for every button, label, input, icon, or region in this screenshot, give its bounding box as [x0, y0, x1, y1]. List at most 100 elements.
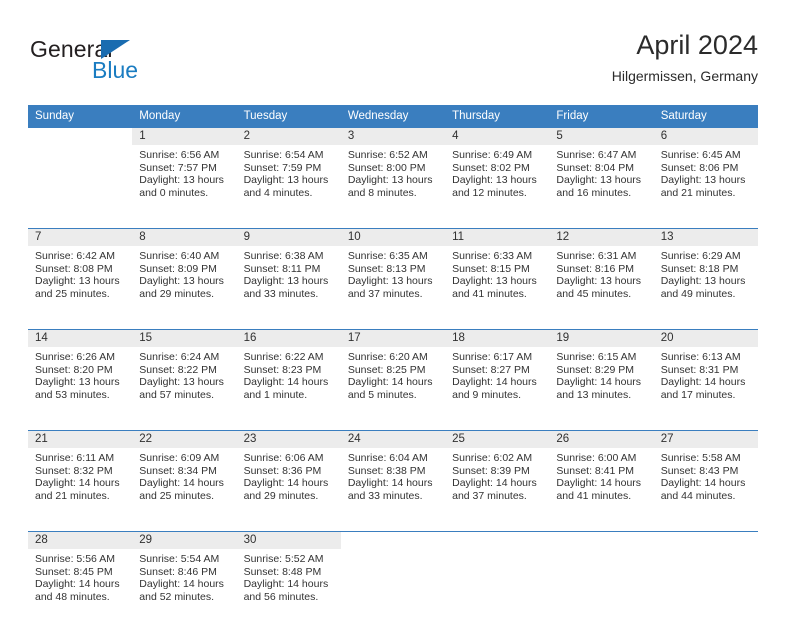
day-details: Sunrise: 6:26 AM Sunset: 8:20 PM Daylight:… — [28, 347, 132, 401]
day-number: 29 — [132, 532, 237, 549]
daylight-text-line1: Daylight: 14 hours — [139, 477, 224, 490]
calendar-day-cell[interactable]: 20 Sunrise: 6:13 AM Sunset: 8:31 PM Dayligh… — [653, 330, 758, 419]
sunrise-text: Sunrise: 6:40 AM — [139, 250, 220, 262]
daylight-text-line2: and 33 minutes. — [347, 489, 423, 502]
day-details: Sunrise: 6:49 AM Sunset: 8:02 PM Daylight:… — [445, 145, 549, 199]
daylight-text-line1: Daylight: 14 hours — [452, 376, 537, 389]
sunset-text: Sunset: 8:31 PM — [660, 363, 739, 376]
calendar-day-cell[interactable]: 21 Sunrise: 6:11 AM Sunset: 8:32 PM Dayligh… — [28, 431, 133, 520]
sunset-text: Sunset: 8:02 PM — [452, 161, 530, 174]
day-details: Sunrise: 5:54 AM Sunset: 8:46 PM Daylight:… — [132, 549, 236, 603]
calendar-day-cell[interactable]: 9 Sunrise: 6:38 AM Sunset: 8:11 PM Daylight… — [236, 229, 341, 318]
day-number: 5 — [549, 128, 654, 145]
sunrise-text: Sunrise: 6:24 AM — [139, 351, 220, 363]
day-details — [28, 145, 132, 149]
calendar-day-cell[interactable]: 17 Sunrise: 6:20 AM Sunset: 8:25 PM Dayligh… — [340, 330, 446, 419]
sunset-text: Sunset: 8:32 PM — [35, 464, 113, 477]
calendar-day-cell[interactable]: 2 Sunrise: 6:54 AM Sunset: 7:59 PM Daylight… — [236, 128, 341, 217]
daylight-text-line1: Daylight: 14 hours — [556, 376, 642, 389]
day-number: 25 — [445, 431, 550, 448]
day-details: Sunrise: 5:56 AM Sunset: 8:45 PM Daylight:… — [28, 549, 132, 603]
calendar-day-cell[interactable]: 24 Sunrise: 6:04 AM Sunset: 8:38 PM Dayligh… — [340, 431, 446, 520]
day-details: Sunrise: 6:17 AM Sunset: 8:27 PM Daylight:… — [445, 347, 549, 401]
weekday-header-row: Sunday Monday Tuesday Wednesday Thursday… — [28, 105, 758, 128]
day-details: Sunrise: 6:00 AM Sunset: 8:41 PM Daylight:… — [549, 448, 653, 502]
day-number: 10 — [340, 229, 446, 246]
daylight-text-line2: and 17 minutes. — [660, 388, 736, 401]
sunset-text: Sunset: 8:20 PM — [35, 363, 113, 376]
day-number: 30 — [236, 532, 341, 549]
daylight-text-line2: and 5 minutes. — [347, 388, 417, 401]
sunrise-text: Sunrise: 6:52 AM — [347, 149, 428, 161]
calendar-day-cell-empty — [28, 128, 133, 217]
sunrise-text: Sunrise: 6:33 AM — [452, 250, 533, 262]
daylight-text-line2: and 21 minutes. — [35, 489, 110, 502]
sunset-text: Sunset: 8:38 PM — [347, 464, 426, 477]
sunset-text: Sunset: 8:29 PM — [556, 363, 635, 376]
daylight-text-line1: Daylight: 13 hours — [556, 174, 642, 187]
day-number — [445, 532, 550, 549]
sunrise-text: Sunrise: 6:11 AM — [35, 452, 115, 464]
calendar-day-cell[interactable]: 13 Sunrise: 6:29 AM Sunset: 8:18 PM Dayligh… — [653, 229, 758, 318]
day-number: 2 — [236, 128, 341, 145]
calendar-day-cell[interactable]: 3 Sunrise: 6:52 AM Sunset: 8:00 PM Daylight… — [340, 128, 446, 217]
day-number: 11 — [445, 229, 550, 246]
sunrise-text: Sunrise: 6:29 AM — [660, 250, 741, 262]
calendar-day-cell[interactable]: 14 Sunrise: 6:26 AM Sunset: 8:20 PM Dayligh… — [28, 330, 133, 419]
sunset-text: Sunset: 7:59 PM — [243, 161, 322, 174]
daylight-text-line1: Daylight: 13 hours — [452, 174, 537, 187]
day-details: Sunrise: 6:15 AM Sunset: 8:29 PM Daylight:… — [549, 347, 653, 401]
daylight-text-line1: Daylight: 14 hours — [660, 477, 746, 490]
calendar-day-cell[interactable]: 29 Sunrise: 5:54 AM Sunset: 8:46 PM Dayligh… — [132, 532, 237, 621]
calendar-day-cell[interactable]: 7 Sunrise: 6:42 AM Sunset: 8:08 PM Daylight… — [28, 229, 133, 318]
calendar-day-cell[interactable]: 30 Sunrise: 5:52 AM Sunset: 8:48 PM Dayligh… — [236, 532, 341, 621]
day-details: Sunrise: 6:11 AM Sunset: 8:32 PM Daylight:… — [28, 448, 132, 502]
calendar-day-cell[interactable]: 6 Sunrise: 6:45 AM Sunset: 8:06 PM Daylight… — [653, 128, 758, 217]
sunrise-text: Sunrise: 6:42 AM — [35, 250, 115, 262]
calendar-day-cell[interactable]: 11 Sunrise: 6:33 AM Sunset: 8:15 PM Dayligh… — [445, 229, 550, 318]
daylight-text-line2: and 0 minutes. — [139, 186, 209, 199]
daylight-text-line1: Daylight: 13 hours — [556, 275, 642, 288]
daylight-text-line1: Daylight: 13 hours — [660, 174, 746, 187]
calendar-day-cell[interactable]: 26 Sunrise: 6:00 AM Sunset: 8:41 PM Dayligh… — [549, 431, 654, 520]
sunrise-text: Sunrise: 6:17 AM — [452, 351, 533, 363]
calendar-day-cell[interactable]: 18 Sunrise: 6:17 AM Sunset: 8:27 PM Dayligh… — [445, 330, 550, 419]
daylight-text-line1: Daylight: 14 hours — [243, 376, 329, 389]
daylight-text-line2: and 1 minute. — [243, 388, 308, 401]
sunrise-text: Sunrise: 6:04 AM — [347, 452, 428, 464]
calendar-day-cell[interactable]: 8 Sunrise: 6:40 AM Sunset: 8:09 PM Daylight… — [132, 229, 237, 318]
calendar-day-cell[interactable]: 25 Sunrise: 6:02 AM Sunset: 8:39 PM Dayligh… — [445, 431, 550, 520]
sunrise-text: Sunrise: 6:49 AM — [452, 149, 533, 161]
calendar-day-cell[interactable]: 27 Sunrise: 5:58 AM Sunset: 8:43 PM Dayligh… — [653, 431, 758, 520]
calendar-day-cell-empty — [653, 532, 758, 621]
daylight-text-line1: Daylight: 14 hours — [35, 477, 120, 490]
day-number: 15 — [132, 330, 237, 347]
day-details: Sunrise: 6:04 AM Sunset: 8:38 PM Daylight:… — [341, 448, 445, 502]
day-number: 18 — [445, 330, 550, 347]
sunset-text: Sunset: 8:34 PM — [139, 464, 217, 477]
calendar-day-cell-empty — [549, 532, 654, 621]
weekday-header-sunday: Sunday — [35, 110, 75, 122]
week-row-spacer — [28, 520, 758, 531]
general-blue-logo[interactable]: General Blue — [30, 36, 190, 94]
calendar-day-cell[interactable]: 16 Sunrise: 6:22 AM Sunset: 8:23 PM Dayligh… — [236, 330, 341, 419]
calendar-day-cell[interactable]: 22 Sunrise: 6:09 AM Sunset: 8:34 PM Dayligh… — [132, 431, 237, 520]
calendar-day-cell[interactable]: 23 Sunrise: 6:06 AM Sunset: 8:36 PM Dayligh… — [236, 431, 341, 520]
calendar-day-cell[interactable]: 10 Sunrise: 6:35 AM Sunset: 8:13 PM Dayligh… — [340, 229, 446, 318]
calendar-day-cell[interactable]: 4 Sunrise: 6:49 AM Sunset: 8:02 PM Daylight… — [445, 128, 550, 217]
calendar-day-cell[interactable]: 12 Sunrise: 6:31 AM Sunset: 8:16 PM Dayligh… — [549, 229, 654, 318]
calendar-day-cell[interactable]: 15 Sunrise: 6:24 AM Sunset: 8:22 PM Dayligh… — [132, 330, 237, 419]
sunrise-text: Sunrise: 6:54 AM — [243, 149, 324, 161]
calendar-day-cell[interactable]: 5 Sunrise: 6:47 AM Sunset: 8:04 PM Daylight… — [549, 128, 654, 217]
day-number: 6 — [653, 128, 758, 145]
day-details: Sunrise: 6:29 AM Sunset: 8:18 PM Daylight:… — [654, 246, 758, 300]
weekday-header-saturday: Saturday — [660, 110, 707, 122]
calendar-day-cell[interactable]: 1 Sunrise: 6:56 AM Sunset: 7:57 PM Daylight… — [132, 128, 237, 217]
calendar-day-cell[interactable]: 19 Sunrise: 6:15 AM Sunset: 8:29 PM Dayligh… — [549, 330, 654, 419]
week-row-spacer — [28, 217, 758, 228]
day-details: Sunrise: 6:35 AM Sunset: 8:13 PM Daylight:… — [341, 246, 445, 300]
daylight-text-line2: and 29 minutes. — [139, 287, 214, 300]
calendar-day-cell[interactable]: 28 Sunrise: 5:56 AM Sunset: 8:45 PM Dayligh… — [28, 532, 133, 621]
daylight-text-line2: and 12 minutes. — [452, 186, 527, 199]
daylight-text-line1: Daylight: 13 hours — [347, 275, 433, 288]
